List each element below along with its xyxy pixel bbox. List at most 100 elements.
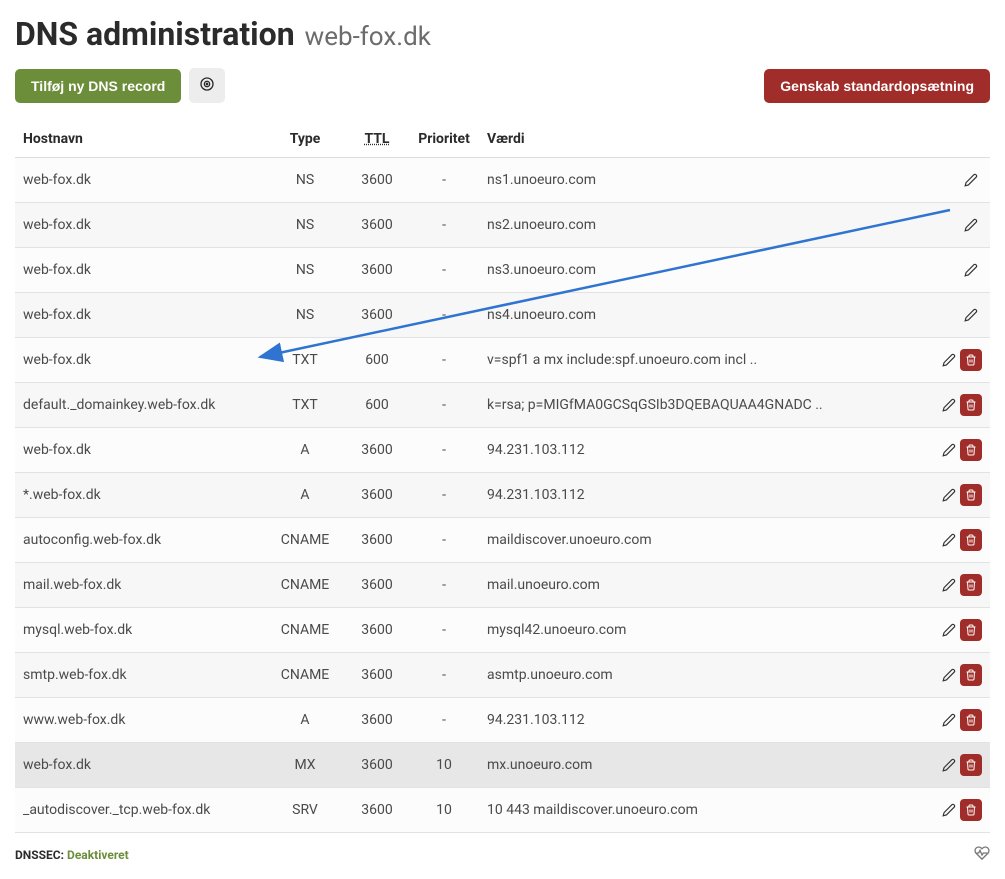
cell-priority: -: [409, 383, 479, 428]
cell-host: mysql.web-fox.dk: [15, 608, 265, 653]
cell-host: smtp.web-fox.dk: [15, 653, 265, 698]
footer-row: DNSSEC: Deaktiveret: [15, 845, 990, 864]
delete-button[interactable]: [960, 799, 982, 821]
delete-button[interactable]: [960, 619, 982, 641]
cell-value: mail.unoeuro.com: [479, 563, 930, 608]
delete-button[interactable]: [960, 394, 982, 416]
col-header-ttl: TTL: [345, 121, 409, 158]
edit-button[interactable]: [938, 619, 960, 641]
toolbar-misc-button[interactable]: [189, 68, 225, 103]
pencil-icon: [942, 713, 956, 727]
dnssec-value: Deaktiveret: [67, 848, 129, 862]
edit-button[interactable]: [938, 484, 960, 506]
cell-host: web-fox.dk: [15, 158, 265, 203]
cell-actions: [930, 563, 990, 608]
cell-host: web-fox.dk: [15, 428, 265, 473]
edit-button[interactable]: [938, 439, 960, 461]
page-title: DNS administration: [15, 15, 295, 53]
cell-ttl: 3600: [345, 203, 409, 248]
table-row: web-fox.dkNS3600-ns2.unoeuro.com: [15, 203, 990, 248]
edit-button[interactable]: [938, 799, 960, 821]
cell-priority: -: [409, 518, 479, 563]
dnssec-status: DNSSEC: Deaktiveret: [15, 848, 129, 862]
edit-button[interactable]: [960, 304, 982, 326]
edit-button[interactable]: [938, 664, 960, 686]
trash-icon: [965, 714, 977, 726]
trash-icon: [965, 354, 977, 366]
cell-ttl: 3600: [345, 518, 409, 563]
col-header-type: Type: [265, 121, 345, 158]
cell-actions: [930, 383, 990, 428]
cell-value: 94.231.103.112: [479, 698, 930, 743]
cell-actions: [930, 743, 990, 788]
cell-type: A: [265, 698, 345, 743]
cell-type: NS: [265, 248, 345, 293]
edit-button[interactable]: [938, 349, 960, 371]
cell-host: autoconfig.web-fox.dk: [15, 518, 265, 563]
table-row: web-fox.dkTXT600-v=spf1 a mx include:spf…: [15, 338, 990, 383]
pencil-icon: [942, 578, 956, 592]
trash-icon: [965, 804, 977, 816]
reset-defaults-button[interactable]: Genskab standardopsætning: [764, 69, 990, 103]
cell-ttl: 600: [345, 383, 409, 428]
delete-button[interactable]: [960, 529, 982, 551]
delete-button[interactable]: [960, 664, 982, 686]
trash-icon: [965, 669, 977, 681]
cell-host: web-fox.dk: [15, 338, 265, 383]
delete-button[interactable]: [960, 439, 982, 461]
edit-button[interactable]: [960, 214, 982, 236]
cell-priority: -: [409, 293, 479, 338]
cell-host: mail.web-fox.dk: [15, 563, 265, 608]
cell-priority: -: [409, 563, 479, 608]
edit-button[interactable]: [960, 169, 982, 191]
edit-button[interactable]: [938, 529, 960, 551]
cell-priority: -: [409, 338, 479, 383]
cell-host: web-fox.dk: [15, 743, 265, 788]
cell-priority: -: [409, 653, 479, 698]
col-header-host: Hostnavn: [15, 121, 265, 158]
edit-button[interactable]: [960, 259, 982, 281]
page-header: DNS administration web-fox.dk: [15, 15, 990, 53]
table-row: web-fox.dkNS3600-ns1.unoeuro.com: [15, 158, 990, 203]
cell-host: default._domainkey.web-fox.dk: [15, 383, 265, 428]
edit-button[interactable]: [938, 709, 960, 731]
toolbar-right: Genskab standardopsætning: [764, 69, 990, 103]
add-dns-record-button[interactable]: Tilføj ny DNS record: [15, 69, 181, 103]
cell-type: TXT: [265, 383, 345, 428]
table-row: smtp.web-fox.dkCNAME3600-asmtp.unoeuro.c…: [15, 653, 990, 698]
cell-type: CNAME: [265, 608, 345, 653]
cell-value: ns2.unoeuro.com: [479, 203, 930, 248]
cell-actions: [930, 203, 990, 248]
trash-icon: [965, 489, 977, 501]
delete-button[interactable]: [960, 709, 982, 731]
delete-button[interactable]: [960, 484, 982, 506]
cell-actions: [930, 293, 990, 338]
edit-button[interactable]: [938, 394, 960, 416]
cell-actions: [930, 653, 990, 698]
edit-button[interactable]: [938, 574, 960, 596]
delete-button[interactable]: [960, 754, 982, 776]
cell-priority: -: [409, 428, 479, 473]
cell-value: 10 443 maildiscover.unoeuro.com: [479, 788, 930, 833]
cell-type: A: [265, 428, 345, 473]
cell-ttl: 3600: [345, 608, 409, 653]
delete-button[interactable]: [960, 349, 982, 371]
delete-button[interactable]: [960, 574, 982, 596]
cell-value: maildiscover.unoeuro.com: [479, 518, 930, 563]
cell-ttl: 3600: [345, 293, 409, 338]
cell-actions: [930, 698, 990, 743]
cell-actions: [930, 473, 990, 518]
trash-icon: [965, 534, 977, 546]
cell-host: www.web-fox.dk: [15, 698, 265, 743]
cell-value: asmtp.unoeuro.com: [479, 653, 930, 698]
cell-host: web-fox.dk: [15, 293, 265, 338]
cell-actions: [930, 608, 990, 653]
heartbeat-icon: [974, 845, 990, 864]
cell-host: web-fox.dk: [15, 203, 265, 248]
cell-type: NS: [265, 203, 345, 248]
pencil-icon: [942, 623, 956, 637]
cell-ttl: 3600: [345, 158, 409, 203]
edit-button[interactable]: [938, 754, 960, 776]
col-header-value: Værdi: [479, 121, 930, 158]
table-row: _autodiscover._tcp.web-fox.dkSRV36001010…: [15, 788, 990, 833]
